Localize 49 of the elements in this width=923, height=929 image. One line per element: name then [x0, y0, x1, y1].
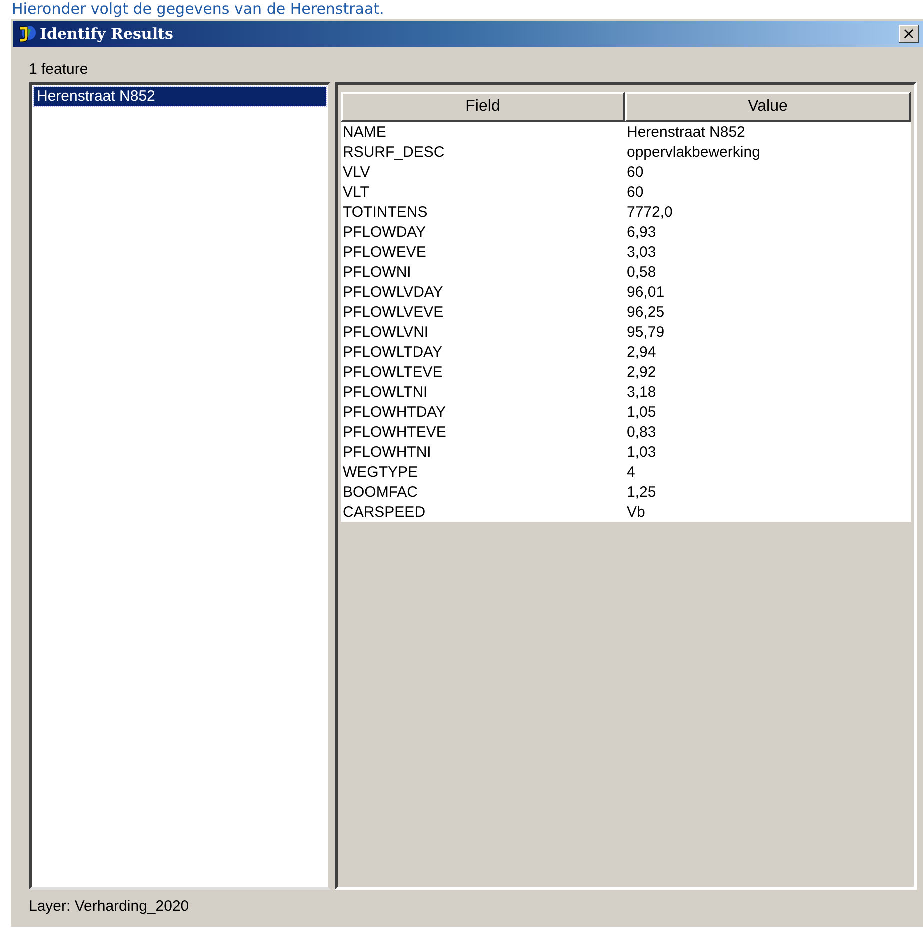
table-cell-text: PFLOWLVEVE — [342, 304, 445, 320]
close-button[interactable]: × — [899, 25, 919, 43]
table-cell-text: 3,18 — [626, 384, 658, 400]
table-cell-text: PFLOWLVNI — [342, 324, 430, 340]
table-cell-text: PFLOWDAY — [342, 224, 428, 240]
table-cell-text: VLT — [342, 184, 370, 200]
table-cell-text: 0,58 — [626, 264, 658, 280]
table-cell-text: WEGTYPE — [342, 464, 420, 480]
table-cell-text: 1,25 — [626, 484, 658, 500]
table-cell-text: VLV — [342, 164, 372, 180]
table-cell-text: PFLOWLTNI — [342, 384, 429, 400]
table-cell-text: 96,01 — [626, 284, 666, 300]
table-cell-text: Herenstraat N852 — [626, 124, 746, 140]
table-cell-text: PFLOWHTNI — [342, 444, 432, 460]
table-cell-text: TOTINTENS — [342, 204, 429, 220]
caption-text: Hieronder volgt de gegevens van de Herenstraat. — [11, 0, 386, 18]
table-cell-text: PFLOWEVE — [342, 244, 428, 260]
table-cell-text: 4 — [626, 464, 636, 480]
table-cell-text: 60 — [626, 164, 645, 180]
table-cell-text: 95,79 — [626, 324, 666, 340]
table-cell-text: 6,93 — [626, 224, 658, 240]
window-title: Identify Results — [40, 25, 174, 43]
table-cell-text: oppervlakbewerking — [626, 144, 762, 160]
table-cell-text: PFLOWHTEVE — [342, 424, 448, 440]
table-cell-text: RSURF_DESC — [342, 144, 446, 160]
table-cell-text: BOOMFAC — [342, 484, 420, 500]
table-cell-text: 3,03 — [626, 244, 658, 260]
table-cell-text: 1,05 — [626, 404, 658, 420]
feature-count: 1 feature — [29, 61, 90, 78]
table-cell-text: 7772,0 — [626, 204, 674, 220]
column-header[interactable]: Value — [625, 92, 911, 122]
table-cell-text: 2,92 — [626, 364, 658, 380]
column-header[interactable]: Field — [341, 92, 625, 122]
table-cell-text: PFLOWLTEVE — [342, 364, 444, 380]
table-cell-text: NAME — [342, 124, 388, 140]
table-cell-text: PFLOWLVDAY — [342, 284, 444, 300]
table-cell-text: 1,03 — [626, 444, 658, 460]
table-cell-text: 60 — [626, 184, 645, 200]
layer-label: Layer: Verharding_2020 — [29, 898, 190, 915]
app-logo-icon — [17, 24, 37, 44]
table-cell-text: 2,94 — [626, 344, 658, 360]
table-cell-text: PFLOWNI — [342, 264, 412, 280]
table-cell-text: PFLOWHTDAY — [342, 404, 448, 420]
table-cell-text: 0,83 — [626, 424, 658, 440]
table-cell-text: Vb — [626, 504, 646, 520]
table-cell-text: 96,25 — [626, 304, 666, 320]
table-cell-text: PFLOWLTDAY — [342, 344, 444, 360]
table-cell-text: CARSPEED — [342, 504, 427, 520]
feature-item[interactable]: Herenstraat N852 — [34, 87, 326, 106]
